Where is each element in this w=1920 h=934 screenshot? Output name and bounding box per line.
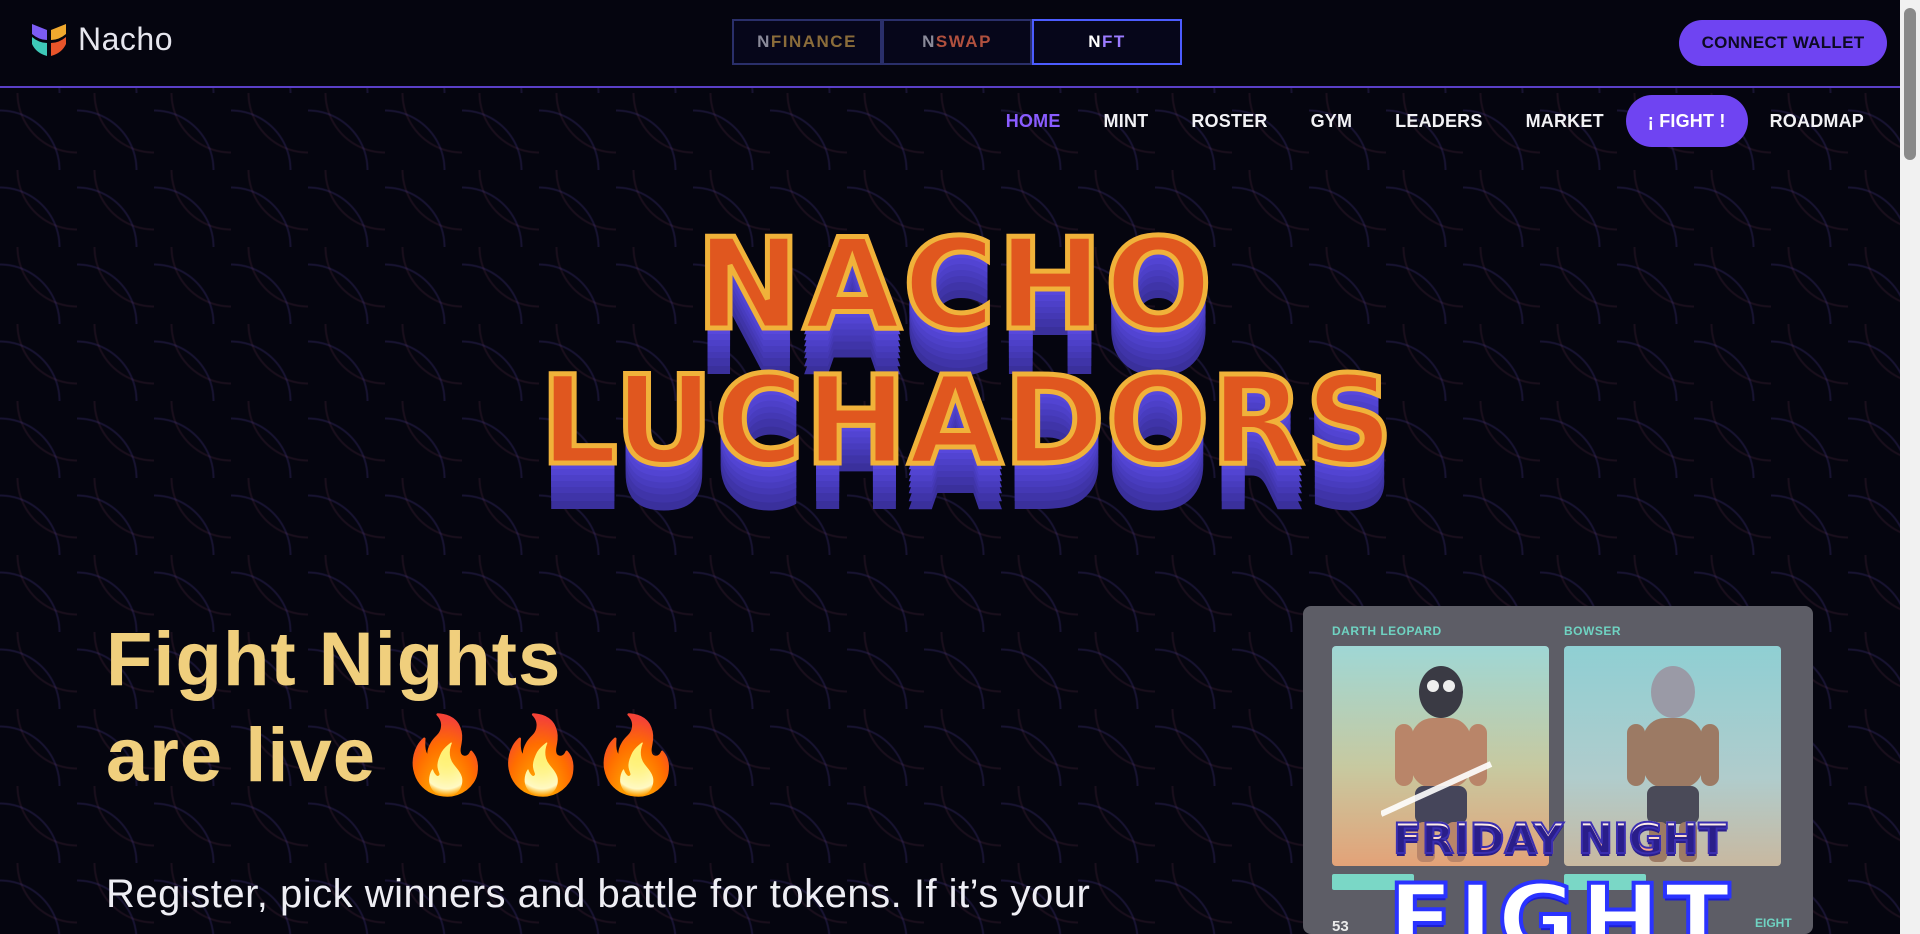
tab-prefix: N bbox=[757, 32, 771, 51]
tab-nfinance[interactable]: N FINANCE bbox=[732, 19, 882, 65]
fighter-stat-label: EIGHT bbox=[1755, 916, 1792, 930]
tab-nswap[interactable]: N SWAP bbox=[882, 19, 1032, 65]
brand-logo[interactable]: Nacho bbox=[30, 20, 173, 58]
banner-fight: FIGHT bbox=[1386, 862, 1734, 934]
main-nav: HOME MINT ROSTER GYM LEADERS MARKET ¡ FI… bbox=[963, 95, 1864, 147]
fight-card[interactable]: DARTH LEOPARD BOWSER FRIDAY NIGHT FIGHT bbox=[1303, 606, 1813, 934]
nav-item-roster[interactable]: ROSTER bbox=[1191, 111, 1267, 132]
page-headline: Fight Nights are live 🔥🔥🔥 bbox=[106, 612, 685, 804]
nacho-logo-icon bbox=[30, 20, 68, 58]
fighter-right-name: BOWSER bbox=[1564, 624, 1621, 638]
tab-label: FINANCE bbox=[770, 32, 857, 51]
nav-item-leaders[interactable]: LEADERS bbox=[1395, 111, 1482, 132]
headline-line2: are live 🔥🔥🔥 bbox=[106, 713, 685, 798]
nav-item-roadmap[interactable]: ROADMAP bbox=[1770, 111, 1864, 132]
tab-label: FT bbox=[1102, 32, 1126, 51]
nav-item-market[interactable]: MARKET bbox=[1526, 111, 1604, 132]
nav-item-home[interactable]: HOME bbox=[1006, 111, 1061, 132]
banner-friday-night: FRIDAY NIGHT bbox=[1375, 813, 1745, 864]
page-subtext: Register, pick winners and battle for to… bbox=[106, 872, 1091, 916]
tab-label: SWAP bbox=[935, 32, 992, 51]
hero-title: NACHO LUCHADORS bbox=[538, 210, 1396, 530]
tab-nft[interactable]: N FT bbox=[1032, 19, 1182, 65]
top-bar: Nacho N FINANCE N SWAP N FT CONNECT WALLET bbox=[0, 0, 1900, 88]
scrollbar-thumb[interactable] bbox=[1904, 8, 1916, 160]
network-tabs: N FINANCE N SWAP N FT bbox=[732, 19, 1182, 65]
hero-title-line2: LUCHADORS bbox=[538, 350, 1396, 492]
hero-title-line1: NACHO bbox=[694, 211, 1215, 358]
headline-line1: Fight Nights bbox=[106, 617, 562, 702]
fighter-left-name: DARTH LEOPARD bbox=[1332, 624, 1442, 638]
tab-prefix: N bbox=[1088, 32, 1102, 51]
nav-item-gym[interactable]: GYM bbox=[1311, 111, 1353, 132]
nav-item-fight[interactable]: ¡ FIGHT ! bbox=[1625, 95, 1748, 147]
page-scrollbar[interactable] bbox=[1900, 0, 1920, 934]
tab-prefix: N bbox=[922, 32, 936, 51]
connect-wallet-button[interactable]: CONNECT WALLET bbox=[1679, 20, 1887, 66]
nav-item-mint[interactable]: MINT bbox=[1104, 111, 1149, 132]
brand-name: Nacho bbox=[78, 20, 173, 57]
fighter-stat-number: 53 bbox=[1332, 918, 1349, 934]
